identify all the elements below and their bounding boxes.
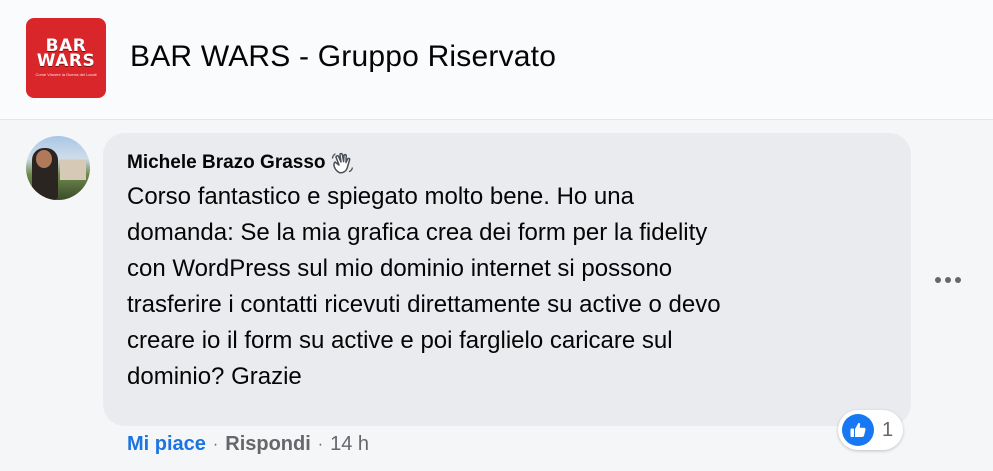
avatar-face [36,150,52,168]
group-title[interactable]: BAR WARS - Gruppo Riservato [130,40,556,74]
comment-timestamp[interactable]: 14 h [330,433,369,456]
comment-author-row: Michele Brazo Grasso [127,151,354,175]
thumbs-up-icon [842,414,874,446]
logo-tagline: Come Vincere la Guerra dei Locali [35,71,97,77]
action-separator: · [317,435,324,453]
group-logo[interactable]: BAR WARS Come Vincere la Guerra dei Loca… [26,18,106,98]
comment-author-name[interactable]: Michele Brazo Grasso [127,152,326,174]
action-separator: · [212,435,219,453]
logo-text-wars: WARS [36,50,96,71]
reply-button[interactable]: Rispondi [225,433,311,456]
more-options-icon [935,277,961,283]
waving-hand-icon [330,151,354,175]
group-header: BAR WARS Come Vincere la Guerra dei Loca… [0,0,993,120]
more-options-button[interactable] [928,265,968,295]
comment-body: Corso fantastico e spiegato molto bene. … [127,183,721,390]
avatar[interactable] [26,136,90,200]
avatar-background [60,160,86,180]
reaction-count: 1 [882,418,894,441]
like-button[interactable]: Mi piace [127,433,206,456]
comment-bubble: Michele Brazo Grasso Corso fantastico e … [103,133,911,426]
reaction-summary[interactable]: 1 [838,410,904,450]
comment-actions: Mi piace · Rispondi · 14 h [127,433,369,456]
